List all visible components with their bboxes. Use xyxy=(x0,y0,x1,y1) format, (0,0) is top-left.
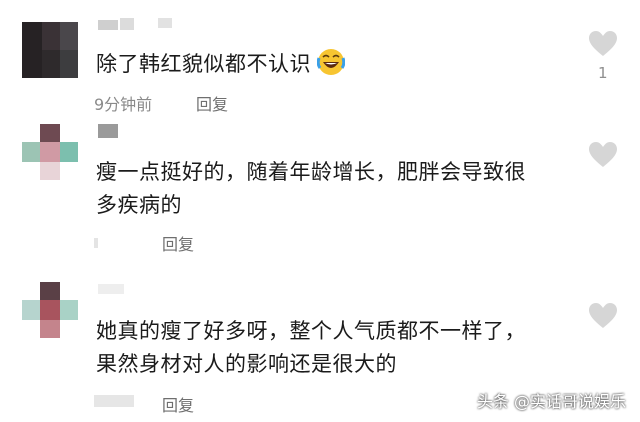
reply-button[interactable]: 回复 xyxy=(162,392,194,416)
comment-text: 她真的瘦了好多呀，整个人气质都不一样了， 果然身材对人的影响还是很大的 xyxy=(96,319,526,376)
comment-text: 瘦一点挺好的，随着年龄增长，肥胖会导致很 多疾病的 xyxy=(96,160,526,217)
username-blurred xyxy=(98,282,138,296)
username-blurred xyxy=(98,124,128,138)
heart-icon[interactable] xyxy=(588,30,618,58)
comment-text: 除了韩红貌似都不认识 xyxy=(96,48,345,81)
heart-icon[interactable] xyxy=(588,302,618,330)
avatar[interactable] xyxy=(22,22,78,78)
time-blurred xyxy=(94,236,100,250)
heart-icon[interactable] xyxy=(588,141,618,169)
reply-button[interactable]: 回复 xyxy=(162,231,194,255)
comment-item-1: 除了韩红貌似都不认识 9分钟前 回复 1 xyxy=(0,0,640,118)
avatar[interactable] xyxy=(22,282,78,338)
avatar[interactable] xyxy=(22,124,78,180)
laughing-crying-emoji-icon xyxy=(317,49,345,75)
watermark: 头条 @实话哥说娱乐 xyxy=(476,392,626,411)
time-blurred xyxy=(94,395,138,409)
reply-button[interactable]: 回复 xyxy=(196,91,228,115)
comment-item-2: 瘦一点挺好的，随着年龄增长，肥胖会导致很 多疾病的 回复 xyxy=(0,118,640,278)
comment-time: 9分钟前 xyxy=(94,95,153,114)
username-blurred xyxy=(98,18,188,32)
like-count: 1 xyxy=(598,64,608,82)
